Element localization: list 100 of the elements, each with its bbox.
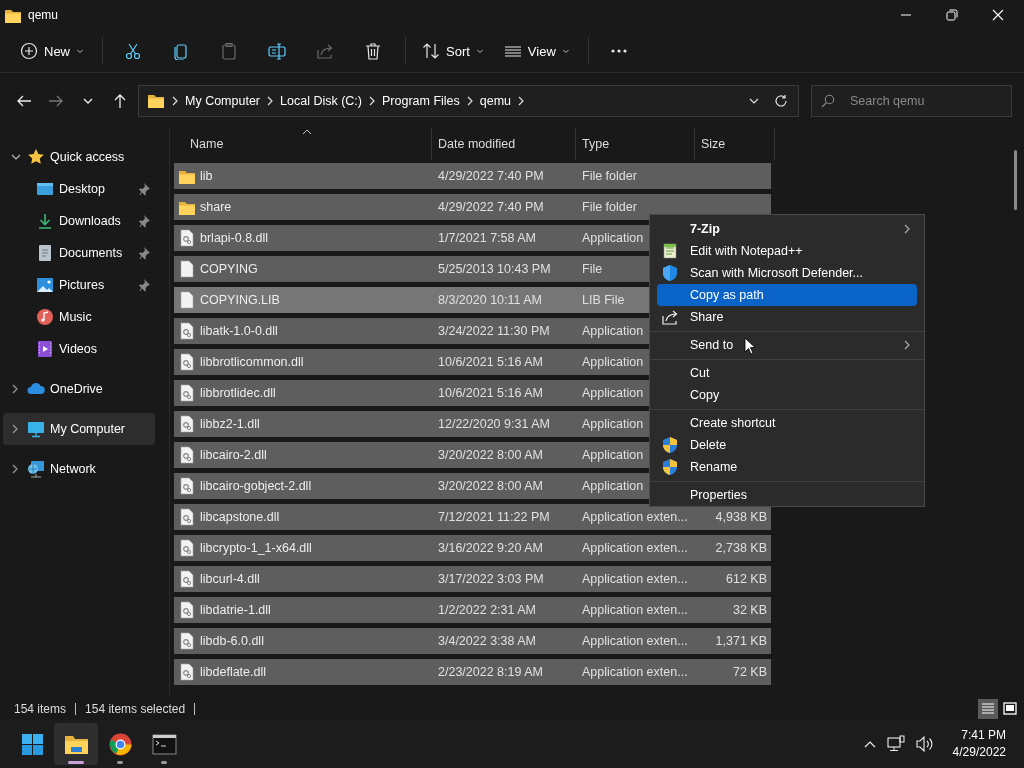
breadcrumb[interactable]: My Computer [185,93,261,108]
file-row[interactable]: libdb-6.0.dll 3/4/2022 3:38 AM Application exten... 1,371 KB [174,628,771,654]
date-modified: 10/6/2021 5:16 AM [438,355,543,369]
file-type: Application exten... [582,572,688,586]
file-type: File folder [582,200,637,214]
date-modified: 4/29/2022 7:40 PM [438,169,544,183]
file-type: LIB File [582,293,625,307]
menu-item[interactable]: Copy as path [657,284,917,306]
file-row[interactable]: libcapstone.dll 7/12/2021 11:22 PM Application exten... 4,938 KB [174,504,771,530]
sidebar-item[interactable]: Documents [3,237,155,269]
date-modified: 3/17/2022 3:03 PM [438,572,544,586]
gear-file-icon [178,570,196,588]
gear-file-icon [178,477,196,495]
date-modified: 3/20/2022 8:00 AM [438,448,543,462]
file-name: libdatrie-1.dll [200,603,271,617]
clipboard-icon [220,42,238,60]
desktop-icon [36,180,54,198]
date-modified: 7/12/2021 11:22 PM [438,510,550,524]
file-type: Application [582,479,644,493]
file-name: libcrypto-1_1-x64.dll [200,541,312,555]
folder-icon [147,92,165,109]
file-type: Application [582,355,644,369]
file-name: libdeflate.dll [200,665,266,679]
tiles-view-icon [1002,700,1018,717]
file-row[interactable]: libcrypto-1_1-x64.dll 3/16/2022 9:20 AM Application exten... 2,738 KB [174,535,771,561]
browser-icon [107,731,133,757]
sidebar-item[interactable]: Music [3,301,155,333]
chevron-icon [266,94,275,107]
network-icon[interactable] [886,735,905,753]
date-modified: 2/23/2022 8:19 AM [438,665,543,679]
scrollbar-thumb[interactable] [1014,150,1017,210]
file-name: libcurl-4.dll [200,572,260,586]
sort-button[interactable]: Sort [416,34,490,68]
file-name: libdb-6.0.dll [200,634,264,648]
chevron-up-icon[interactable] [862,739,877,749]
file-row[interactable]: lib 4/29/2022 7:40 PM File folder [174,163,771,189]
restore-icon [946,9,958,21]
file-name: libbz2-1.dll [200,417,260,431]
file-name: lib [200,169,213,183]
date-text: 4/29/2022 [952,744,1006,761]
scissors-icon [124,42,142,60]
new-icon [20,42,38,60]
folder-app-icon[interactable] [54,723,98,765]
file-name: COPYING.LIB [200,293,280,307]
gear-file-icon [178,322,196,340]
volume-icon[interactable] [914,735,935,753]
address-bar[interactable]: My Computer Local Disk (C:) Program Files qemu [138,84,799,117]
file-type: Application exten... [582,634,688,648]
status-text: 154 items selected [85,702,196,715]
up-icon [112,92,128,109]
sidebar-item[interactable]: My Computer [3,413,155,445]
breadcrumb[interactable]: Program Files [382,93,460,108]
sidebar-item[interactable]: Desktop [3,173,155,205]
breadcrumb[interactable]: qemu [479,93,512,108]
window-title: qemu [28,8,59,22]
sidebar-item[interactable]: Quick access [3,141,155,173]
column-header[interactable]: Date modified [432,128,576,160]
video-icon [36,340,54,358]
cursor-icon [744,337,756,355]
clock[interactable]: 7:41 PM 4/29/2022 [952,727,1006,761]
breadcrumb[interactable]: Local Disk (C:) [280,93,362,108]
sidebar-item[interactable]: OneDrive [3,373,155,405]
date-modified: 1/7/2021 7:58 AM [438,231,536,245]
search-field[interactable]: Search qemu [811,84,1012,117]
sidebar-item[interactable]: Pictures [3,269,155,301]
file-type: Application exten... [582,603,688,617]
refresh-icon[interactable] [774,93,788,108]
picture-icon [36,276,54,294]
details-view-icon [980,700,996,717]
file-type: Application [582,386,644,400]
status-text: 154 items [14,702,77,715]
column-header[interactable]: Size [695,128,775,160]
sort-icon [422,42,440,60]
file-row[interactable]: libdeflate.dll 2/23/2022 8:19 AM Application exten... 72 KB [174,659,771,685]
sidebar-item[interactable]: Network [3,453,155,485]
sidebar-item[interactable]: Videos [3,333,155,365]
file-size: 1,371 KB [715,634,767,648]
file-type: Application [582,231,644,245]
file-type: Application exten... [582,665,688,679]
column-header[interactable]: Name [174,128,432,160]
file-type: File folder [582,169,637,183]
column-header[interactable]: Type [576,128,695,160]
view-button[interactable]: View [497,34,576,68]
close-icon [992,9,1004,21]
star-icon [27,148,45,166]
gear-file-icon [178,415,196,433]
file-name: share [200,200,232,214]
shield-icon [661,458,679,476]
file-row[interactable]: libdatrie-1.dll 1/2/2022 2:31 AM Application exten... 32 KB [174,597,771,623]
date-modified: 10/6/2021 5:16 AM [438,386,543,400]
sidebar-item[interactable]: Downloads [3,205,155,237]
chevron-icon [171,94,179,107]
rename-icon [268,42,286,60]
file-row[interactable]: libcurl-4.dll 3/17/2022 3:03 PM Application exten... 612 KB [174,566,771,592]
details-view-button[interactable] [978,698,998,719]
shield-icon [661,436,679,454]
file-size: 2,738 KB [715,541,767,555]
file-row[interactable]: share 4/29/2022 7:40 PM File folder [174,194,771,220]
new-button[interactable]: New [14,34,90,68]
caret-icon [76,47,84,55]
